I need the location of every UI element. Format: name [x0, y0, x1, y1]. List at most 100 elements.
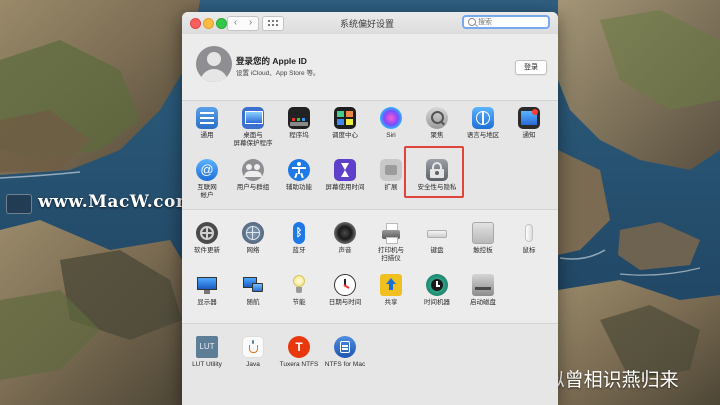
- avatar[interactable]: [196, 46, 232, 82]
- pane-label: 互联网 帐户: [197, 184, 217, 199]
- desktop-icon[interactable]: [6, 194, 32, 214]
- forward-button[interactable]: ›: [243, 16, 259, 31]
- printers-scanners-icon: [380, 222, 402, 244]
- pane-label: 声音: [338, 247, 352, 254]
- pane-label: 桌面与 屏幕保护程序: [233, 132, 273, 147]
- minimize-window-button[interactable]: [203, 18, 214, 29]
- mission-control-icon: [334, 107, 356, 129]
- users-groups-icon: [242, 159, 264, 181]
- pane-label: Siri: [386, 132, 396, 139]
- pane-bluetooth[interactable]: ᛒ 蓝牙: [276, 222, 322, 255]
- pane-ntfs-for-mac[interactable]: NTFS for Mac: [322, 336, 368, 369]
- back-button[interactable]: ‹: [227, 16, 244, 31]
- pane-date-time[interactable]: 日期与时间: [322, 274, 368, 307]
- pane-tuxera-ntfs[interactable]: T Tuxera NTFS: [276, 336, 322, 369]
- search-icon: [468, 18, 476, 26]
- pane-label: 通用: [200, 132, 214, 139]
- pane-label: NTFS for Mac: [324, 361, 366, 368]
- pane-label: 时间机器: [424, 299, 450, 306]
- sidecar-icon: [242, 274, 264, 296]
- pane-printers-scanners[interactable]: 打印机与 扫描仪: [368, 222, 414, 263]
- pane-notifications[interactable]: 通知: [506, 107, 552, 140]
- system-preferences-window: ‹ › 系统偏好设置 登录您的 Apple ID 设置 iCloud、App S…: [182, 12, 558, 405]
- zoom-window-button[interactable]: [216, 18, 227, 29]
- other-preferences-section: LUT LUT Utility Java T Tuxera NTFS NTFS …: [182, 324, 558, 405]
- pane-internet-accounts[interactable]: @ 互联网 帐户: [184, 159, 230, 200]
- software-update-icon: [196, 222, 218, 244]
- pane-network[interactable]: 网络: [230, 222, 276, 255]
- time-machine-icon: [426, 274, 448, 296]
- pane-label: 节能: [292, 299, 306, 306]
- sound-icon: [334, 222, 356, 244]
- general-icon: [196, 107, 218, 129]
- pane-trackpad[interactable]: 触控板: [460, 222, 506, 255]
- pane-sharing[interactable]: 共享: [368, 274, 414, 307]
- apple-id-title: 登录您的 Apple ID: [236, 56, 307, 66]
- pane-displays[interactable]: 显示器: [184, 274, 230, 307]
- java-icon: [242, 336, 264, 358]
- notifications-icon: [518, 107, 540, 129]
- hardware-preferences-section: 软件更新 网络 ᛒ 蓝牙 声音 打印机与 扫描仪 键盘 触控板 鼠标 显示器 随…: [182, 210, 558, 324]
- search-input[interactable]: [478, 17, 546, 27]
- title-bar: ‹ › 系统偏好设置: [182, 12, 558, 35]
- pane-siri[interactable]: Siri: [368, 107, 414, 140]
- pane-label: 软件更新: [194, 247, 220, 254]
- pane-keyboard[interactable]: 键盘: [414, 222, 460, 255]
- pane-startup-disk[interactable]: 启动磁盘: [460, 274, 506, 307]
- tuxera-ntfs-icon: T: [288, 336, 310, 358]
- pane-label: Java: [246, 361, 260, 368]
- dock-icon: [288, 107, 310, 129]
- pane-label: 网络: [246, 247, 260, 254]
- pane-desktop-screensaver[interactable]: 桌面与 屏幕保护程序: [230, 107, 276, 148]
- personal-preferences-section: 通用 桌面与 屏幕保护程序 程序坞 调度中心 Siri 聚焦 语言与地区 通知 …: [182, 101, 558, 210]
- pane-accessibility[interactable]: 辅助功能: [276, 159, 322, 192]
- pane-language-region[interactable]: 语言与地区: [460, 107, 506, 140]
- screen-time-icon: [334, 159, 356, 181]
- pane-label: 屏幕使用时间: [325, 184, 365, 191]
- login-button[interactable]: 登录: [515, 60, 547, 75]
- search-field[interactable]: [462, 15, 550, 29]
- window-title: 系统偏好设置: [339, 19, 394, 29]
- pane-users-groups[interactable]: 用户与群组: [230, 159, 276, 192]
- apple-id-subtitle: 设置 iCloud、App Store 等。: [236, 70, 320, 77]
- pane-sidecar[interactable]: 随航: [230, 274, 276, 307]
- pane-mouse[interactable]: 鼠标: [506, 222, 552, 255]
- desktop-screensaver-icon: [242, 107, 264, 129]
- pane-label: 通知: [522, 132, 536, 139]
- ntfs-for-mac-icon: [334, 336, 356, 358]
- tuxera-ntfs-icon-text: T: [295, 340, 303, 354]
- spotlight-icon: [426, 107, 448, 129]
- pane-software-update[interactable]: 软件更新: [184, 222, 230, 255]
- trackpad-icon: [472, 222, 494, 244]
- pane-label: 随航: [246, 299, 260, 306]
- pane-label: 辅助功能: [286, 184, 312, 191]
- siri-icon: [380, 107, 402, 129]
- pane-label: 聚焦: [430, 132, 444, 139]
- pane-lut-utility[interactable]: LUT LUT Utility: [184, 336, 230, 369]
- pane-energy-saver[interactable]: 节能: [276, 274, 322, 307]
- pane-label: 打印机与 扫描仪: [378, 247, 404, 262]
- pane-dock[interactable]: 程序坞: [276, 107, 322, 140]
- apple-id-banner: 登录您的 Apple ID 设置 iCloud、App Store 等。 登录: [182, 34, 558, 101]
- lut-utility-icon-text: LUT: [199, 342, 215, 351]
- close-window-button[interactable]: [190, 18, 201, 29]
- pane-spotlight[interactable]: 聚焦: [414, 107, 460, 140]
- pane-label: 启动磁盘: [470, 299, 496, 306]
- pane-sound[interactable]: 声音: [322, 222, 368, 255]
- pane-label: 用户与群组: [236, 184, 270, 191]
- pane-label: 鼠标: [522, 247, 536, 254]
- pane-screen-time[interactable]: 屏幕使用时间: [322, 159, 368, 192]
- pane-general[interactable]: 通用: [184, 107, 230, 140]
- keyboard-icon: [426, 222, 448, 244]
- pane-label: 语言与地区: [466, 132, 500, 139]
- pane-label: 蓝牙: [292, 247, 306, 254]
- extensions-icon: [380, 159, 402, 181]
- pane-time-machine[interactable]: 时间机器: [414, 274, 460, 307]
- pane-label: 日期与时间: [328, 299, 362, 306]
- pane-java[interactable]: Java: [230, 336, 276, 369]
- pane-label: 触控板: [473, 247, 493, 254]
- language-region-icon: [472, 107, 494, 129]
- pane-mission-control[interactable]: 调度中心: [322, 107, 368, 140]
- show-all-button[interactable]: [262, 16, 284, 31]
- internet-accounts-icon: @: [196, 159, 218, 181]
